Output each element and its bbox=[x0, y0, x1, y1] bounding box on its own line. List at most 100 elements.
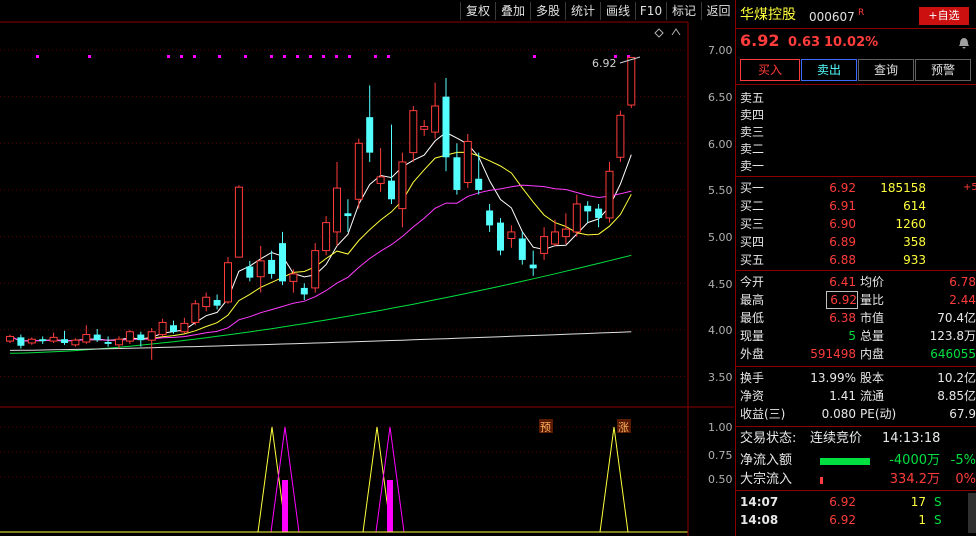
ask4-label: 卖四 bbox=[740, 108, 765, 122]
ask5-label: 卖五 bbox=[740, 91, 765, 105]
ask1-label: 卖一 bbox=[740, 159, 765, 173]
buy-button[interactable]: 买入 bbox=[740, 59, 800, 81]
open-label: 今开 bbox=[740, 275, 765, 289]
candle-body-up bbox=[420, 126, 429, 130]
sell-button[interactable]: 卖出 bbox=[801, 59, 857, 81]
tick1-time: 14:07 bbox=[740, 495, 779, 509]
candle-body-down bbox=[344, 213, 352, 217]
block-inflow-label: 大宗流入 bbox=[740, 472, 793, 487]
candle-body-up bbox=[289, 273, 298, 282]
net-assets-value: 1.41 bbox=[829, 389, 856, 403]
candle-body-down bbox=[453, 157, 461, 190]
candle-body-up bbox=[551, 231, 559, 245]
candle-body-up bbox=[202, 296, 211, 308]
share-capital-value: 10.2亿 bbox=[937, 371, 976, 385]
kline-chart[interactable]: 7.00 6.50 6.00 5.50 5.00 4.50 4.00 3.50 … bbox=[0, 0, 734, 536]
diamond-icon[interactable] bbox=[654, 28, 664, 38]
bid1-volume: 185158 bbox=[880, 181, 926, 195]
tick-scrollbar[interactable] bbox=[968, 493, 976, 533]
turnover-label: 换手 bbox=[740, 371, 765, 385]
candle-body-up bbox=[115, 338, 123, 346]
signal-dot bbox=[36, 55, 39, 58]
ask3-label: 卖三 bbox=[740, 125, 765, 139]
divider-7 bbox=[735, 490, 976, 491]
candle-body-down bbox=[279, 243, 286, 282]
bell-icon[interactable] bbox=[958, 34, 970, 49]
tick1-volume: 17 bbox=[910, 495, 926, 509]
alert-button[interactable]: 预警 bbox=[915, 59, 971, 81]
high-label: 最高 bbox=[740, 293, 765, 307]
candle-body-up bbox=[507, 231, 516, 239]
net-inflow-value: -4000万 bbox=[889, 453, 940, 468]
candle-body-down bbox=[268, 259, 276, 274]
candle-body-up bbox=[158, 321, 167, 336]
indicator-panel bbox=[0, 426, 688, 533]
bid4-price: 6.89 bbox=[829, 235, 856, 249]
candle-body-up bbox=[616, 114, 625, 158]
eps-label: 收益(三) bbox=[740, 407, 786, 421]
bid5-label: 买五 bbox=[740, 253, 765, 267]
candle-body-up bbox=[147, 331, 156, 341]
bid4-volume: 358 bbox=[903, 235, 926, 249]
bid4-label: 买四 bbox=[740, 235, 765, 249]
moving-average-lines bbox=[9, 131, 632, 354]
tick1-price: 6.92 bbox=[829, 495, 856, 509]
signal-dot bbox=[88, 55, 91, 58]
signal-dot bbox=[218, 55, 221, 58]
turnover-value: 13.99% bbox=[810, 371, 856, 385]
candle-body-up bbox=[82, 334, 91, 343]
share-capital-label: 股本 bbox=[860, 371, 885, 385]
tick2-side: S bbox=[934, 513, 942, 527]
candle-body-up bbox=[180, 322, 189, 333]
add-watchlist-button[interactable]: +自选 bbox=[919, 7, 969, 25]
total-volume-label: 总量 bbox=[860, 329, 885, 343]
candle-body-up bbox=[6, 335, 14, 342]
candle-body-up bbox=[431, 105, 440, 133]
tick1-side: S bbox=[934, 495, 942, 509]
high-value: 6.92 bbox=[826, 291, 858, 309]
price-tick-5: 5.00 bbox=[708, 231, 733, 244]
float-shares-value: 8.85亿 bbox=[937, 389, 976, 403]
candle-body-down bbox=[486, 210, 494, 226]
query-button[interactable]: 查询 bbox=[858, 59, 914, 81]
ask2-label: 卖二 bbox=[740, 142, 765, 156]
candle-body-down bbox=[300, 287, 308, 295]
signal-dot bbox=[348, 55, 351, 58]
signal-spike-yellow bbox=[362, 426, 392, 533]
tick2-price: 6.92 bbox=[829, 513, 856, 527]
candle-body-up bbox=[561, 228, 570, 238]
bid2-volume: 614 bbox=[903, 199, 926, 213]
grid-lines bbox=[0, 49, 688, 478]
avg-price-label: 均价 bbox=[860, 275, 885, 289]
price-tick-6: 6.00 bbox=[708, 138, 733, 151]
price-change-pct: 10.02% bbox=[824, 35, 879, 50]
ma120-line bbox=[9, 331, 632, 351]
divider-2 bbox=[735, 84, 976, 85]
candle-body-up bbox=[605, 170, 614, 219]
ma10-line bbox=[9, 151, 632, 342]
last-price: 6.92 bbox=[740, 31, 780, 50]
bid3-label: 买三 bbox=[740, 217, 765, 231]
candle-body-up bbox=[463, 140, 472, 183]
candle-body-down bbox=[17, 337, 25, 346]
signal-dot bbox=[244, 55, 247, 58]
ind-tick-1: 1.00 bbox=[708, 421, 733, 434]
bid1-label: 买一 bbox=[740, 181, 765, 195]
current-volume-label: 现量 bbox=[740, 329, 765, 343]
price-tick-4.5: 4.50 bbox=[708, 278, 733, 291]
market-cap-value: 70.4亿 bbox=[937, 311, 976, 325]
price-tick-5.5: 5.50 bbox=[708, 184, 733, 197]
candle-body-up bbox=[354, 142, 363, 200]
signal-dot bbox=[167, 55, 170, 58]
collapse-arrow-icon[interactable] bbox=[671, 28, 681, 36]
divider-6 bbox=[735, 426, 976, 427]
candle-body-down bbox=[475, 178, 483, 190]
candle-body-down bbox=[246, 266, 254, 278]
market-cap-label: 市值 bbox=[860, 311, 885, 325]
low-value: 6.38 bbox=[829, 311, 856, 325]
outer-volume-label: 外盘 bbox=[740, 347, 765, 361]
net-inflow-pct: -5% bbox=[950, 453, 976, 468]
signal-dot bbox=[180, 55, 183, 58]
marker-yu: 预 bbox=[540, 421, 551, 434]
tick2-volume: 1 bbox=[918, 513, 926, 527]
